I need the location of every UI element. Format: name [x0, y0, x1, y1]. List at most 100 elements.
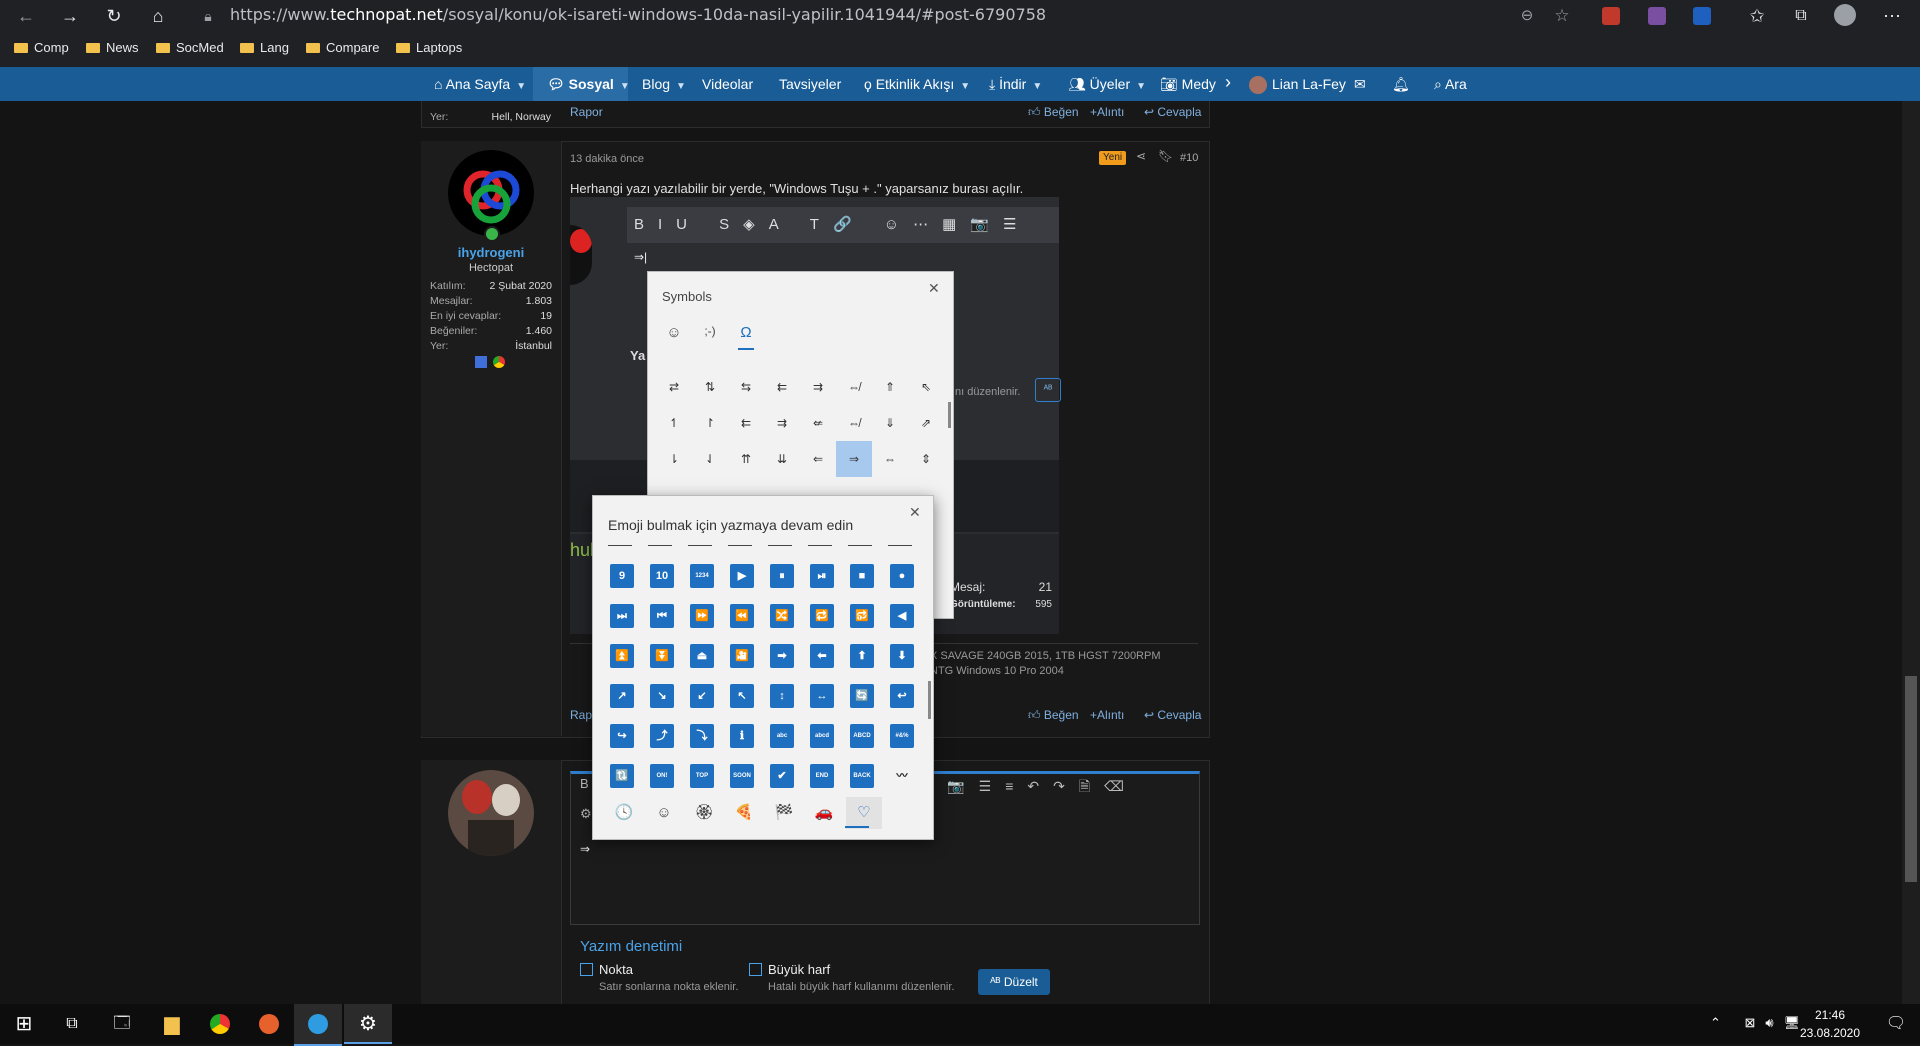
emoji-cell[interactable]: ◀: [890, 604, 914, 628]
bookmark-icon[interactable]: 🔖︎: [1158, 149, 1173, 163]
collections-icon[interactable]: ⧉: [1789, 4, 1813, 28]
symbol-cell[interactable]: ⇗: [908, 405, 944, 441]
page-scrollbar[interactable]: [1902, 101, 1920, 1004]
forward-icon[interactable]: →: [58, 4, 82, 28]
emoji-cell[interactable]: ↙: [690, 684, 714, 708]
emoji-cell[interactable]: ℹ: [730, 724, 754, 748]
nav-blog[interactable]: Blog ▼: [642, 76, 686, 92]
emoji-category-tab[interactable]: ☺: [646, 797, 682, 829]
emoji-cell[interactable]: ⬆: [850, 644, 874, 668]
buyuk-harf-label[interactable]: Büyük harf: [768, 962, 830, 977]
nav-user[interactable]: Lian La-Fey: [1272, 76, 1346, 92]
emoji-cell[interactable]: 1234: [690, 564, 714, 588]
emoji-cell[interactable]: BACK: [850, 764, 874, 788]
back-icon[interactable]: ←: [14, 4, 38, 28]
my-avatar[interactable]: [448, 770, 534, 856]
symbol-cell[interactable]: ⇈: [728, 441, 764, 477]
symbol-cell[interactable]: ⇅: [692, 369, 728, 405]
emoji-cell[interactable]: 🔃: [610, 764, 634, 788]
emoji-cell[interactable]: ↗: [610, 684, 634, 708]
close-icon[interactable]: ✕: [909, 504, 921, 521]
nav-sosyal[interactable]: 💬︎ Sosyal ▼: [547, 76, 630, 93]
emoji-cell[interactable]: ⏭: [610, 604, 634, 628]
emoji-cell[interactable]: ⤵: [690, 724, 714, 748]
symbol-cell[interactable]: ⇖: [908, 369, 944, 405]
user-avatar[interactable]: [448, 150, 534, 236]
emoji-cell[interactable]: ⤴: [650, 724, 674, 748]
zoom-icon[interactable]: ⊖: [1515, 4, 1539, 28]
like-link[interactable]: 👍︎ Beğen: [1028, 708, 1079, 723]
report-link[interactable]: Rapor: [570, 105, 603, 119]
symbol-cell[interactable]: ⇓: [872, 405, 908, 441]
quote-link[interactable]: +Alıntı: [1090, 105, 1124, 119]
emoji-cell[interactable]: ✔: [770, 764, 794, 788]
explorer-app-icon[interactable]: 🗔: [98, 1004, 146, 1044]
tab-symbols[interactable]: Ω: [728, 324, 764, 341]
like-link[interactable]: 👍︎ Beğen: [1028, 105, 1079, 120]
quote-link[interactable]: +Alıntı: [1090, 708, 1124, 722]
close-icon[interactable]: ✕: [928, 280, 940, 297]
symbol-cell[interactable]: ⇍: [800, 405, 836, 441]
folder-app-icon[interactable]: ▆: [148, 1004, 196, 1044]
post-time[interactable]: 13 dakika önce: [570, 153, 644, 165]
nav-uyeler[interactable]: 👥︎ Üyeler ▼: [1068, 76, 1146, 93]
symbol-cell[interactable]: ⇎: [836, 369, 872, 405]
emoji-cell[interactable]: ↘: [650, 684, 674, 708]
emoji-cell[interactable]: ⏮: [650, 604, 674, 628]
symbol-cell[interactable]: ⇃: [692, 441, 728, 477]
emoji-cell[interactable]: ⏸: [770, 564, 794, 588]
symbol-cell[interactable]: ⇉: [800, 369, 836, 405]
symbol-cell[interactable]: ⇉: [764, 405, 800, 441]
more-menu-icon[interactable]: ⋯: [1880, 4, 1904, 28]
emoji-cell[interactable]: 🔁: [810, 604, 834, 628]
emoji-search-hint[interactable]: Emoji bulmak için yazmaya devam edin: [608, 517, 853, 533]
emoji-cell[interactable]: #&%: [890, 724, 914, 748]
user-avatar-small[interactable]: [1249, 76, 1267, 94]
emoji-cell[interactable]: 🔄: [850, 684, 874, 708]
emoji-cell[interactable]: ↩: [890, 684, 914, 708]
emoji-category-tab[interactable]: 🕓: [606, 797, 642, 829]
emoji-cell[interactable]: ↔: [810, 684, 834, 708]
emoji-cell[interactable]: ⏩: [690, 604, 714, 628]
emoji-cell[interactable]: abc: [770, 724, 794, 748]
nav-ana-sayfa[interactable]: ⌂ Ana Sayfa ▼: [434, 76, 526, 92]
emoji-cell[interactable]: ⏬: [650, 644, 674, 668]
emoji-category-tab[interactable]: ♡: [846, 797, 882, 829]
extension-icon[interactable]: [1648, 7, 1666, 25]
symbol-cell[interactable]: ⇔: [872, 441, 908, 477]
emoji-cell[interactable]: ■: [850, 564, 874, 588]
profile-avatar[interactable]: [1834, 4, 1856, 26]
start-windows-icon[interactable]: ⊞: [0, 1004, 48, 1044]
symbol-cell[interactable]: ⇎: [836, 405, 872, 441]
chrome-app-icon[interactable]: [210, 1014, 230, 1034]
emoji-cell[interactable]: ▶: [730, 564, 754, 588]
nokta-checkbox[interactable]: [580, 963, 593, 976]
emoji-cell[interactable]: ●: [890, 564, 914, 588]
bookmark-folder[interactable]: Compare: [306, 40, 379, 55]
emoji-cell[interactable]: ⏯: [810, 564, 834, 588]
reply-editor-content[interactable]: ⇒: [580, 842, 590, 856]
notifications-icon[interactable]: 🗨: [1872, 1004, 1920, 1044]
nav-scroll-right-icon[interactable]: ›: [1225, 72, 1231, 93]
symbol-cell[interactable]: ⇐: [800, 441, 836, 477]
symbol-cell[interactable]: ⇄: [656, 369, 692, 405]
emoji-cell[interactable]: ⏪: [730, 604, 754, 628]
emoji-cell[interactable]: ➡: [770, 644, 794, 668]
emoji-cell[interactable]: ⏏: [690, 644, 714, 668]
nokta-label[interactable]: Nokta: [599, 962, 633, 977]
emoji-cell[interactable]: ⬇: [890, 644, 914, 668]
tab-emoji[interactable]: ☺: [656, 324, 692, 341]
symbol-cell[interactable]: ⇇: [764, 369, 800, 405]
emoji-cell[interactable]: ↕: [770, 684, 794, 708]
symbol-cell[interactable]: ↾: [692, 405, 728, 441]
scrollbar[interactable]: [948, 402, 951, 428]
tab-kaomoji[interactable]: ;-): [692, 324, 728, 338]
emoji-cell[interactable]: ↪: [610, 724, 634, 748]
symbol-cell[interactable]: ⇇: [728, 405, 764, 441]
ublock-extension-icon[interactable]: [1602, 7, 1620, 25]
post-username[interactable]: ihydrogeni: [421, 245, 561, 260]
nav-medya[interactable]: 📷︎ Medy: [1160, 76, 1216, 93]
emoji-cell[interactable]: ABCD: [850, 724, 874, 748]
alerts-bell-icon[interactable]: 🔔︎: [1392, 76, 1410, 93]
nav-etkinlik[interactable]: ϙ Etkinlik Akışı ▼: [864, 76, 970, 92]
